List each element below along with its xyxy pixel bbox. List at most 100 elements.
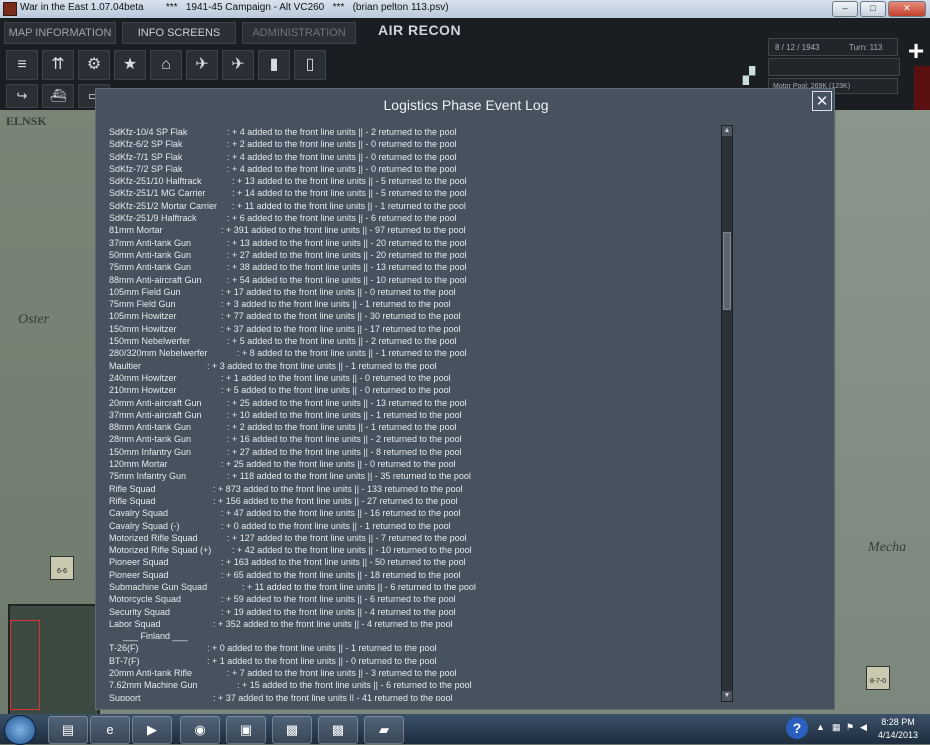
log-item-name: 120mm Mortar	[109, 459, 168, 470]
game-icon-1[interactable]: ▩	[272, 716, 312, 744]
log-item-value: : + 19 added to the front line units || …	[221, 606, 456, 617]
maximize-button[interactable]: □	[860, 1, 886, 17]
log-item-value: : + 13 added to the front line units || …	[227, 237, 467, 248]
flag-icon[interactable]: ⚑	[846, 722, 854, 733]
game-turn: Turn: 113	[849, 43, 883, 52]
log-item-name: SdKfz-10/4 SP Flak	[109, 127, 188, 137]
log-line: SdKfz-251/9 Halftrack: + 6 added to the …	[109, 212, 709, 224]
clock-date: 4/14/2013	[877, 730, 919, 740]
log-line: Rifle Squad: + 873 added to the front li…	[109, 483, 709, 495]
log-line: 88mm Anti-tank Gun: + 2 added to the fro…	[109, 421, 709, 433]
app-icon-2[interactable]: ▣	[226, 716, 266, 744]
crossed-planes-icon[interactable]: ✈	[186, 50, 218, 80]
log-item-value: : + 25 added to the front line units || …	[227, 397, 467, 408]
log-line: Motorized Rifle Squad: + 127 added to th…	[109, 532, 709, 544]
fuel-icon[interactable]: ▮	[258, 50, 290, 80]
scroll-down-arrow[interactable]: ▼	[722, 691, 732, 701]
log-item-value: : + 6 added to the front line units || -…	[227, 213, 457, 224]
tab-info-screens[interactable]: INFO SCREENS	[122, 22, 236, 44]
log-item-name: 7.62mm Machine Gun	[109, 680, 198, 691]
volume-icon[interactable]: ◀	[860, 722, 867, 733]
map-right-region[interactable]	[836, 110, 930, 714]
squares-icon[interactable]: ▞	[736, 66, 762, 88]
document-icon[interactable]: ▯	[294, 50, 326, 80]
log-item-name: 50mm Anti-tank Gun	[109, 249, 192, 260]
log-line: 20mm Anti-tank Rifle: + 7 added to the f…	[109, 667, 709, 679]
log-line: SdKfz-7/2 SP Flak: + 4 added to the fron…	[109, 163, 709, 175]
plane-icon[interactable]: ✈	[222, 50, 254, 80]
minimap-viewport[interactable]	[10, 620, 40, 710]
plus-icon[interactable]: +	[902, 36, 930, 66]
hq-icon[interactable]: ⌂	[150, 50, 182, 80]
ship-icon[interactable]: ⛴	[42, 84, 74, 108]
log-item-value: : + 16 added to the front line units || …	[227, 434, 462, 445]
start-button[interactable]	[4, 715, 36, 745]
log-line: Pioneer Squad: + 65 added to the front l…	[109, 569, 709, 581]
tab-administration[interactable]: ADMINISTRATION	[242, 22, 356, 44]
gear-icon[interactable]: ⚙	[78, 50, 110, 80]
log-item-value: : + 65 added to the front line units || …	[221, 569, 461, 580]
units-icon[interactable]: ⇈	[42, 50, 74, 80]
log-line: Motorcycle Squad: + 59 added to the fron…	[109, 593, 709, 605]
log-line: Labor Squad: + 352 added to the front li…	[109, 618, 709, 630]
log-line: Security Squad: + 19 added to the front …	[109, 606, 709, 618]
log-item-value: : + 27 added to the front line units || …	[227, 249, 467, 260]
log-item-name: SdKfz-251/10 Halftrack	[109, 176, 202, 187]
log-item-value: : + 1 added to the front line units || -…	[207, 655, 437, 666]
log-item-name: 20mm Anti-aircraft Gun	[109, 397, 202, 408]
star-icon[interactable]: ★	[114, 50, 146, 80]
explorer-icon[interactable]: ▤	[48, 716, 88, 744]
log-item-name: 88mm Anti-aircraft Gun	[109, 274, 202, 285]
unit-counter-right[interactable]: 8-7-0	[866, 666, 890, 690]
log-item-name: 150mm Infantry Gun	[109, 446, 192, 457]
media-player-icon[interactable]: ▶	[132, 716, 172, 744]
unit-counter-left[interactable]: 6-6	[50, 556, 74, 580]
log-item-value: : + 391 added to the front line units ||…	[221, 225, 466, 236]
network-icon[interactable]: ▦	[832, 722, 841, 733]
log-item-value: : + 8 added to the front line units || -…	[237, 348, 467, 359]
clock-time: 8:28 PM	[881, 717, 915, 727]
log-line: 105mm Field Gun: + 17 added to the front…	[109, 286, 709, 298]
scroll-thumb[interactable]	[723, 232, 731, 310]
log-item-name: 105mm Field Gun	[109, 286, 181, 297]
log-line: 20mm Anti-aircraft Gun : + 25 added to th…	[109, 397, 709, 409]
minimap[interactable]	[8, 604, 100, 716]
status-box	[768, 58, 900, 76]
browser-icon[interactable]: e	[90, 716, 130, 744]
log-line: 240mm Howitzer: + 1 added to the front l…	[109, 372, 709, 384]
app-icon-1[interactable]: ◉	[180, 716, 220, 744]
log-item-value: : + 5 added to the front line units || -…	[227, 336, 457, 347]
log-item-value: : + 163 added to the front line units ||…	[221, 557, 466, 568]
log-line: 37mm Anti-aircraft Gun: + 10 added to th…	[109, 409, 709, 421]
arrow-icon[interactable]: ↪	[6, 84, 38, 108]
help-icon[interactable]: ?	[786, 717, 808, 739]
log-line: 37mm Anti-tank Gun: + 13 added to the fr…	[109, 237, 709, 249]
log-item-name: Rifle Squad	[109, 495, 156, 506]
log-item-value: : + 15 added to the front line units || …	[237, 680, 472, 691]
scroll-up-arrow[interactable]: ▲	[722, 126, 732, 136]
game-icon-2[interactable]: ▩	[318, 716, 358, 744]
log-item-name: 75mm Anti-tank Gun	[109, 262, 192, 273]
toolbar-icons-row1: ≡ ⇈ ⚙ ★ ⌂ ✈ ✈ ▮ ▯	[6, 50, 326, 80]
log-item-name: SdKfz-7/1 SP Flak	[109, 151, 183, 162]
app-icon-3[interactable]: ▰	[364, 716, 404, 744]
log-line: ___ Finland ___	[109, 630, 709, 642]
log-item-value: : + 156 added to the front line units ||…	[213, 495, 458, 506]
logistics-dialog: Logistics Phase Event Log ✕ SdKfz-10/4 S…	[95, 88, 835, 710]
log-line: Submachine Gun Squad: + 11 added to the …	[109, 581, 709, 593]
log-item-value: : + 42 added to the front line units || …	[232, 545, 472, 556]
tab-map-information[interactable]: MAP INFORMATION	[4, 22, 116, 44]
log-item-name: Submachine Gun Squad	[109, 581, 208, 592]
log-scrollbar[interactable]: ▲ ▼	[721, 125, 733, 702]
close-window-button[interactable]: ✕	[888, 1, 926, 17]
dialog-close-button[interactable]: ✕	[812, 91, 832, 111]
clock[interactable]: 8:28 PM 4/14/2013	[874, 716, 922, 742]
log-item-name: Support	[109, 692, 141, 701]
log-line: Support: + 37 added to the front line un…	[109, 692, 709, 701]
map-label-oster: Oster	[18, 312, 50, 327]
window-controls: – □ ✕	[832, 1, 926, 17]
minimize-button[interactable]: –	[832, 1, 858, 17]
tray-arrow-icon[interactable]: ▲	[816, 722, 825, 732]
event-log: SdKfz-10/4 SP Flak: + 4 added to the fro…	[109, 126, 709, 701]
layers-icon[interactable]: ≡	[6, 50, 38, 80]
